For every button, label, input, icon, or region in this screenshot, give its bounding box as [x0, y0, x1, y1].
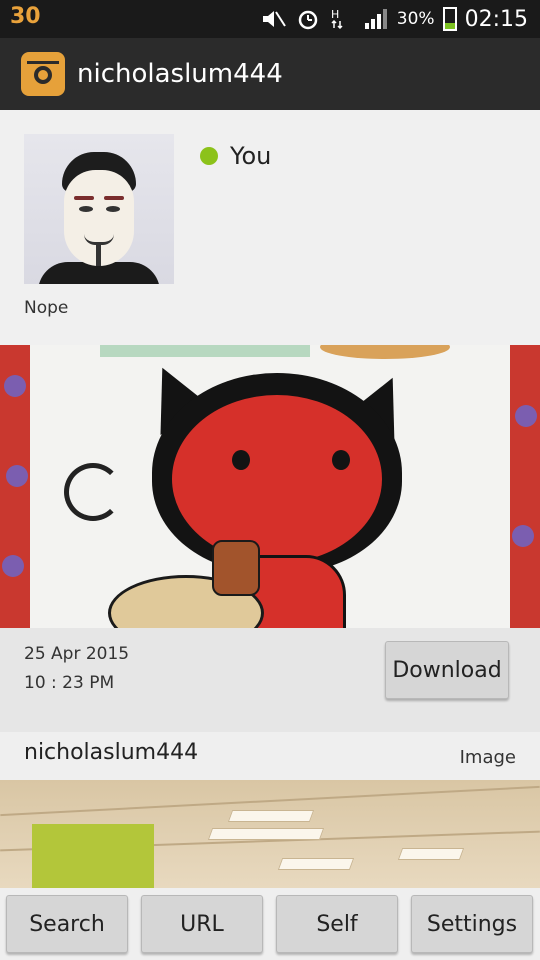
download-button[interactable]: Download	[385, 641, 509, 699]
bottom-nav: Search URL Self Settings	[0, 888, 540, 960]
clock: 02:15	[464, 6, 528, 32]
url-button[interactable]: URL	[141, 895, 263, 953]
avatar[interactable]	[24, 134, 174, 284]
signal-icon	[363, 8, 389, 30]
battery-icon	[442, 7, 457, 31]
notification-count: 30	[10, 4, 41, 29]
post-username[interactable]: nicholaslum444	[24, 740, 198, 765]
next-post-header: nicholaslum444 Image	[0, 732, 540, 780]
presence-status: You	[200, 142, 271, 170]
status-label: You	[230, 142, 272, 170]
post-timestamp: 25 Apr 2015 10 : 23 PM	[24, 640, 129, 698]
page-title: nicholaslum444	[77, 59, 283, 89]
post-date: 25 Apr 2015	[24, 644, 130, 664]
alarm-icon	[295, 8, 321, 30]
self-button[interactable]: Self	[276, 895, 398, 953]
status-icons: H 30% 02:15	[261, 0, 528, 38]
hspa-data-icon: H	[329, 8, 355, 30]
camera-app-icon[interactable]	[21, 52, 65, 96]
search-button[interactable]: Search	[6, 895, 128, 953]
status-bar: 30 H 30% 02:15	[0, 0, 540, 38]
battery-percent: 30%	[396, 9, 435, 29]
post-time: 10 : 23 PM	[24, 673, 115, 693]
next-post-image[interactable]	[0, 780, 540, 888]
post-type: Image	[459, 747, 516, 768]
svg-text:H: H	[331, 8, 339, 21]
profile-bio: Nope	[24, 298, 69, 318]
online-status-icon	[200, 147, 218, 165]
mute-icon	[261, 8, 287, 30]
settings-button[interactable]: Settings	[411, 895, 533, 953]
post-meta: 25 Apr 2015 10 : 23 PM Download	[0, 628, 540, 732]
profile-card: You Nope	[0, 110, 540, 345]
action-bar: nicholaslum444	[0, 38, 540, 110]
post-image[interactable]	[0, 345, 540, 628]
